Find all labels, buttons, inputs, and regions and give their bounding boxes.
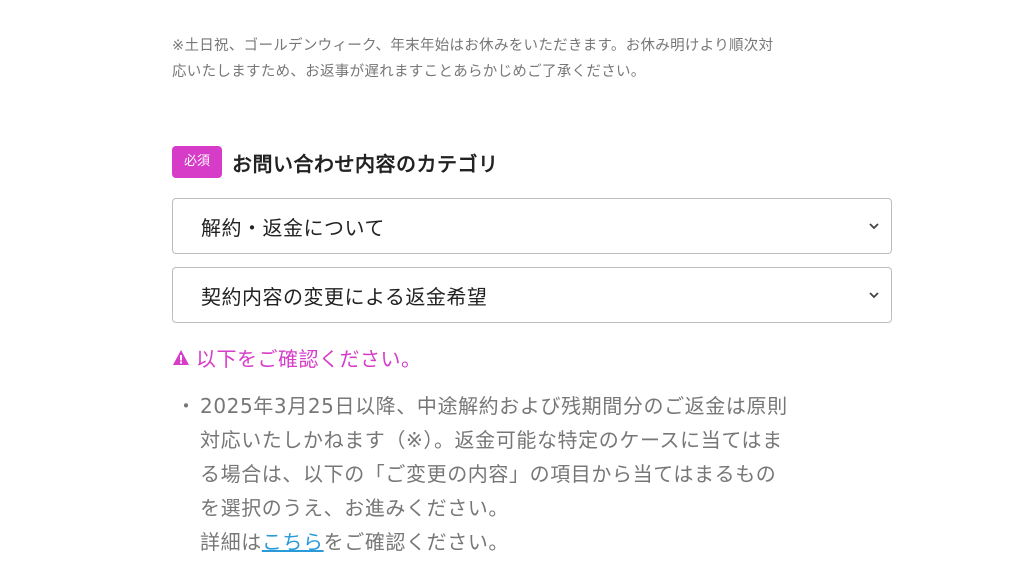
subcategory-select[interactable]: 契約内容の変更による返金希望	[172, 267, 892, 323]
policy-line: を選択のうえ、お進みください。	[200, 496, 509, 520]
confirm-warning: 以下をご確認ください。	[172, 343, 422, 372]
refund-policy-text: 2025年3月25日以降、中途解約および残期間分のご返金は原則 対応いたしかねま…	[200, 389, 894, 559]
chevron-down-icon	[869, 292, 879, 299]
required-badge: 必須	[172, 146, 222, 178]
warning-text: 以下をご確認ください。	[196, 347, 422, 371]
subcategory-select-value: 契約内容の変更による返金希望	[201, 284, 488, 309]
warning-icon	[173, 350, 189, 365]
details-link[interactable]: こちら	[262, 530, 324, 554]
details-suffix: をご確認ください。	[323, 530, 510, 554]
category-select[interactable]: 解約・返金について	[172, 198, 892, 254]
category-select-value: 解約・返金について	[201, 215, 385, 240]
holiday-notice-line: ※土日祝、ゴールデンウィーク、年末年始はお休みをいただきます。お休み明けより順次…	[172, 38, 774, 54]
policy-line: 2025年3月25日以降、中途解約および残期間分のご返金は原則	[200, 394, 788, 418]
bullet-dot: ・	[176, 394, 197, 418]
policy-line: 対応いたしかねます（※）。返金可能な特定のケースに当てはま	[200, 428, 783, 452]
policy-line: 詳細はこちらをご確認ください。	[200, 525, 894, 559]
holiday-notice-line: 応いたしますため、お返事が遅れますことあらかじめご了承ください。	[172, 64, 646, 80]
category-title: お問い合わせ内容のカテゴリ	[232, 151, 499, 176]
policy-line: る場合は、以下の「ご変更の内容」の項目から当てはまるもの	[200, 462, 777, 486]
refund-policy-item: ・ 2025年3月25日以降、中途解約および残期間分のご返金は原則 対応いたしか…	[172, 389, 894, 559]
details-prefix: 詳細は	[200, 530, 262, 554]
category-heading: 必須 お問い合わせ内容のカテゴリ	[172, 145, 499, 179]
chevron-down-icon	[869, 223, 879, 230]
holiday-notice: ※土日祝、ゴールデンウィーク、年末年始はお休みをいただきます。お休み明けより順次…	[172, 33, 894, 85]
